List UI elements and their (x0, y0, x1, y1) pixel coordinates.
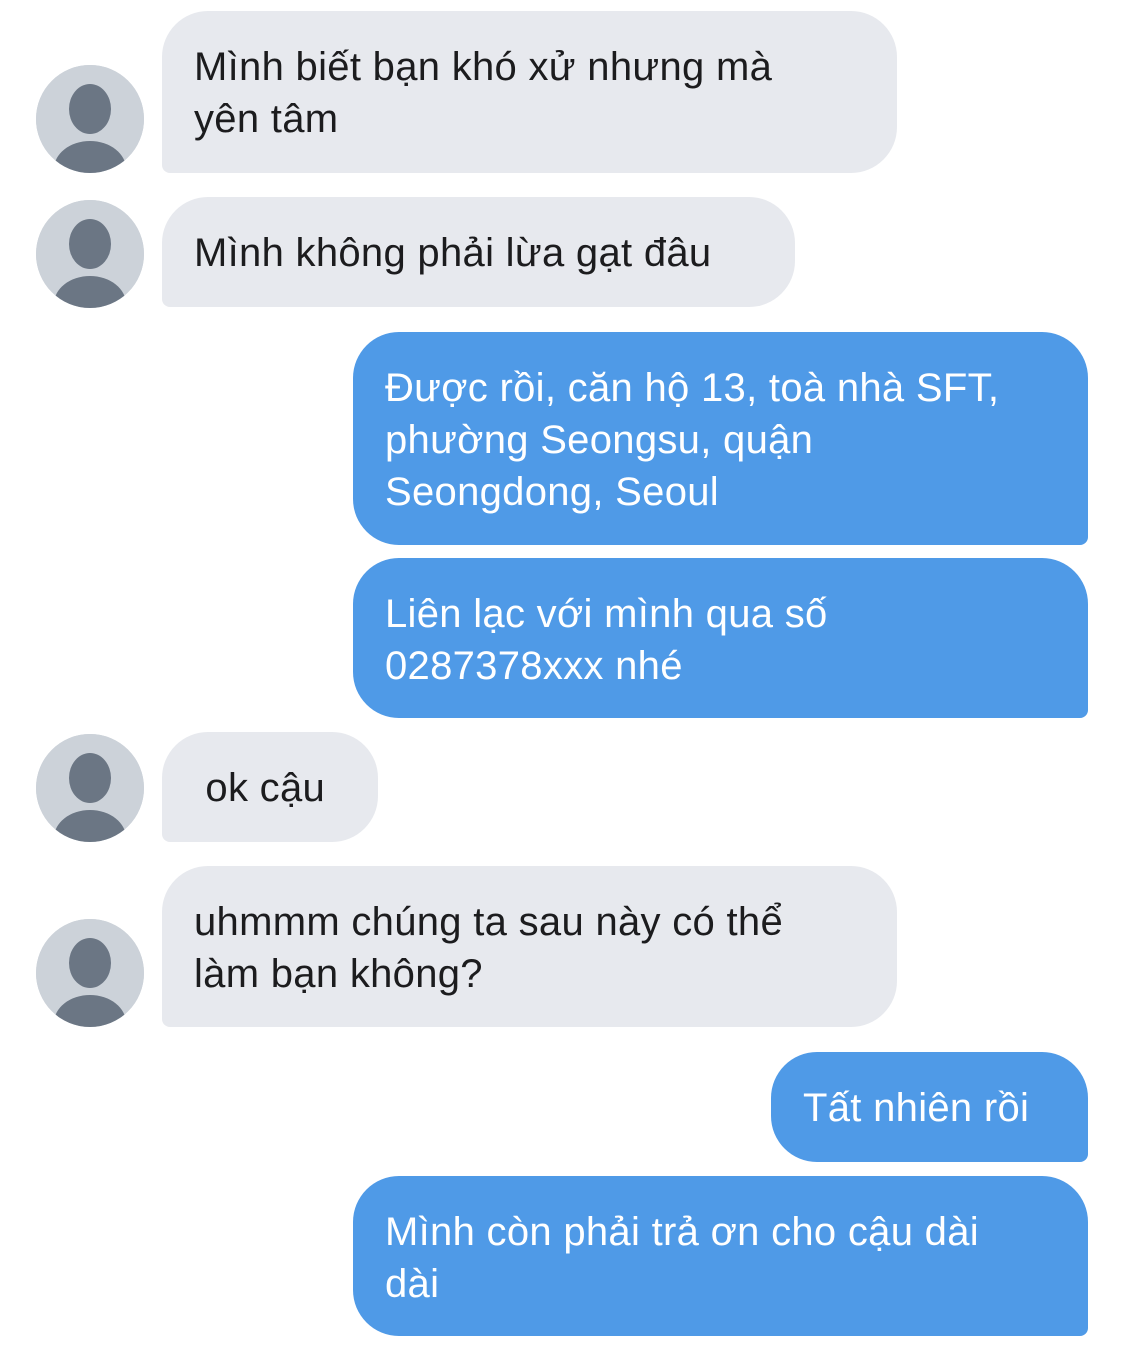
user-avatar-icon[interactable] (36, 919, 144, 1027)
incoming-message-bubble[interactable]: Mình biết bạn khó xử nhưng mà yên tâm (162, 11, 897, 173)
default-user-icon (36, 65, 144, 173)
default-user-icon (36, 734, 144, 842)
user-avatar-icon[interactable] (36, 65, 144, 173)
user-avatar-icon[interactable] (36, 734, 144, 842)
incoming-message-bubble[interactable]: Mình không phải lừa gạt đâu (162, 197, 795, 307)
outgoing-message-bubble[interactable]: Được rồi, căn hộ 13, toà nhà SFT, phường… (353, 332, 1088, 545)
outgoing-message-bubble[interactable]: Liên lạc với mình qua số 0287378xxx nhé (353, 558, 1088, 718)
default-user-icon (36, 200, 144, 308)
outgoing-message-bubble[interactable]: Tất nhiên rồi (771, 1052, 1088, 1162)
default-user-icon (36, 919, 144, 1027)
chat-thread: Mình biết bạn khó xử nhưng mà yên tâm Mì… (0, 0, 1125, 1349)
user-avatar-icon[interactable] (36, 200, 144, 308)
outgoing-message-bubble[interactable]: Mình còn phải trả ơn cho cậu dài dài (353, 1176, 1088, 1336)
incoming-message-bubble[interactable]: uhmmm chúng ta sau này có thể làm bạn kh… (162, 866, 897, 1027)
incoming-message-bubble[interactable]: ok cậu (162, 732, 378, 842)
